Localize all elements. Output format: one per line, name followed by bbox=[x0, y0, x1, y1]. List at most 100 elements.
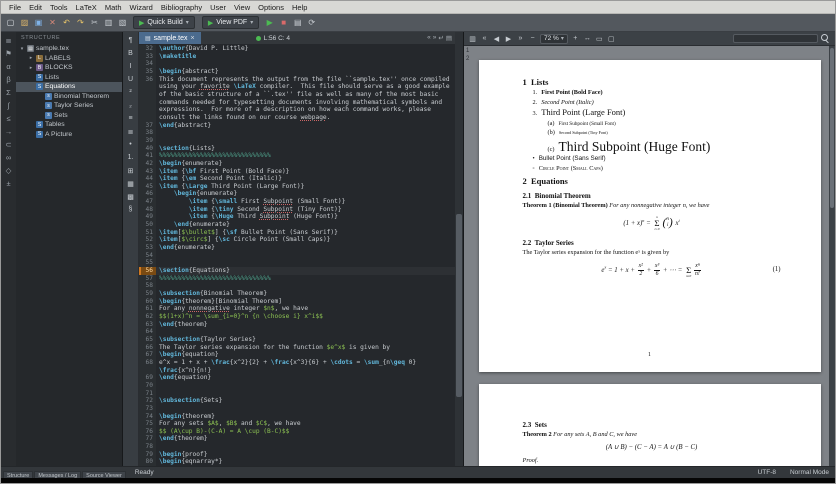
code-line[interactable]: 70 bbox=[139, 382, 455, 390]
code-line[interactable]: 43\item {\bf First Point (Bold Face)} bbox=[139, 168, 455, 176]
menu-wizard[interactable]: Wizard bbox=[126, 3, 157, 12]
code-line[interactable]: 58 bbox=[139, 282, 455, 290]
code-line[interactable]: 67\begin{equation} bbox=[139, 351, 455, 359]
code-line[interactable]: 54 bbox=[139, 252, 455, 260]
code-line[interactable]: 59\subsection{Binomial Theorem} bbox=[139, 290, 455, 298]
symbols-greek-alpha-icon[interactable]: α bbox=[3, 60, 15, 72]
pdf-scrollbar[interactable] bbox=[829, 46, 835, 466]
menu-file[interactable]: File bbox=[5, 3, 25, 12]
reference-icon[interactable]: § bbox=[125, 204, 137, 215]
align-left-icon[interactable]: ≡ bbox=[125, 113, 137, 124]
save-icon[interactable]: ▣ bbox=[32, 16, 45, 29]
code-line[interactable]: 73 bbox=[139, 405, 455, 413]
code-line[interactable]: 37\end{abstract} bbox=[139, 122, 455, 130]
code-line[interactable]: 60\begin{theorem}[Binomial Theorem] bbox=[139, 298, 455, 306]
tree-expander-icon[interactable]: ▸ bbox=[28, 65, 34, 71]
prev-bookmark-icon[interactable]: « bbox=[427, 34, 431, 42]
pdf-search-input[interactable] bbox=[733, 34, 818, 43]
structure-item-binomial-theorem[interactable]: sBinomial Theorem bbox=[16, 92, 122, 102]
prev-page-icon[interactable]: ◀ bbox=[491, 33, 502, 44]
symbols-relations-icon[interactable]: ≤ bbox=[3, 112, 15, 124]
menu-options[interactable]: Options bbox=[254, 3, 288, 12]
editor-scrollbar-thumb[interactable] bbox=[456, 214, 462, 396]
symbols-integral-icon[interactable]: ∫ bbox=[3, 99, 15, 111]
compile-icon[interactable]: ▶ bbox=[263, 16, 276, 29]
structure-item-equations[interactable]: SEquations bbox=[16, 82, 122, 92]
open-folder-icon[interactable]: ▨ bbox=[18, 16, 31, 29]
zoom-out-icon[interactable]: − bbox=[527, 33, 538, 44]
structure-item-sets[interactable]: sSets bbox=[16, 111, 122, 121]
symbols-arrows-icon[interactable]: → bbox=[3, 125, 15, 137]
structure-panel-icon[interactable]: ≣ bbox=[3, 34, 15, 46]
align-center-icon[interactable]: ≣ bbox=[125, 126, 137, 137]
subscript-icon[interactable]: ₂ bbox=[125, 100, 137, 111]
copy-icon[interactable]: ▥ bbox=[102, 16, 115, 29]
code-line[interactable]: 80\begin{eqnarray*} bbox=[139, 458, 455, 466]
pilcrow-icon[interactable]: ¶ bbox=[125, 35, 137, 46]
symbols-operators-icon[interactable]: ± bbox=[3, 177, 15, 189]
menu-view[interactable]: View bbox=[230, 3, 254, 12]
code-line[interactable]: 41%%%%%%%%%%%%%%%%%%%%%%%%%%%%%% bbox=[139, 152, 455, 160]
undo-icon[interactable]: ↶ bbox=[60, 16, 73, 29]
symbols-delimiters-icon[interactable]: ◇ bbox=[3, 164, 15, 176]
quick-build-button[interactable]: ▶ Quick Build ▾ bbox=[133, 16, 195, 29]
code-line[interactable]: 50 \end{enumerate} bbox=[139, 221, 455, 229]
pdf-pages-area[interactable]: 12 1 Lists 1.First Point (Bold Face)2.Se… bbox=[464, 46, 835, 466]
code-line[interactable]: 49 \item {\Huge Third Subpoint (Huge Fon… bbox=[139, 213, 455, 221]
close-icon[interactable]: × bbox=[191, 35, 195, 42]
chevron-down-icon[interactable]: ▾ bbox=[561, 35, 564, 42]
menu-tools[interactable]: Tools bbox=[46, 3, 72, 12]
paste-icon[interactable]: ▧ bbox=[116, 16, 129, 29]
italic-icon[interactable]: I bbox=[125, 61, 137, 72]
itemize-icon[interactable]: • bbox=[125, 139, 137, 150]
next-page-icon[interactable]: ▶ bbox=[503, 33, 514, 44]
code-line[interactable]: 52\item[$\circ$] {\sc Circle Point (Smal… bbox=[139, 236, 455, 244]
menu-latex[interactable]: LaTeX bbox=[72, 3, 101, 12]
code-line[interactable]: 56\section{Equations} bbox=[139, 267, 455, 275]
code-line[interactable]: 76$$ (A\cup B)-(C-A) = A \cup (B-C)$$ bbox=[139, 428, 455, 436]
code-line[interactable]: 35\begin{abstract} bbox=[139, 68, 455, 76]
image-icon[interactable]: ▦ bbox=[125, 178, 137, 189]
menu-math[interactable]: Math bbox=[101, 3, 126, 12]
pdf-scrollbar-thumb[interactable] bbox=[830, 48, 834, 208]
code-line[interactable]: 47 \item {\small First Subpoint (Small F… bbox=[139, 198, 455, 206]
structure-item-lists[interactable]: SLists bbox=[16, 73, 122, 83]
structure-item-labels[interactable]: ▸LLABELS bbox=[16, 54, 122, 64]
code-line[interactable]: 42\begin{enumerate} bbox=[139, 160, 455, 168]
tree-expander-icon[interactable]: ▸ bbox=[28, 55, 34, 61]
structure-item-taylor-series[interactable]: sTaylor Series bbox=[16, 101, 122, 111]
refresh-icon[interactable]: ⟳ bbox=[305, 16, 318, 29]
tree-expander-icon[interactable]: ▾ bbox=[19, 46, 25, 52]
symbols-misc-icon[interactable]: ∞ bbox=[3, 151, 15, 163]
code-line[interactable]: 36This document represents the output fr… bbox=[139, 76, 455, 122]
fullscreen-icon[interactable]: ▢ bbox=[606, 33, 617, 44]
code-line[interactable]: 44\item {\em Second Point (Italic)} bbox=[139, 175, 455, 183]
next-bookmark-icon[interactable]: » bbox=[433, 34, 437, 42]
view-pdf-button[interactable]: ▶ View PDF ▾ bbox=[202, 16, 259, 29]
structure-item-sample-tex[interactable]: ▾▤sample.tex bbox=[16, 44, 122, 54]
wrap-lines-icon[interactable]: ↵ bbox=[438, 34, 443, 42]
menu-help[interactable]: Help bbox=[288, 3, 311, 12]
code-line[interactable]: 74\begin{theorem} bbox=[139, 413, 455, 421]
code-line[interactable]: 61For any nonnegative integer $n$, we ha… bbox=[139, 305, 455, 313]
code-line[interactable]: 38 bbox=[139, 129, 455, 137]
tab-sample-tex[interactable]: ▤ sample.tex × bbox=[139, 32, 201, 44]
superscript-icon[interactable]: ² bbox=[125, 87, 137, 98]
code-line[interactable]: 78 bbox=[139, 443, 455, 451]
code-line[interactable]: 32\author{David P. Little} bbox=[139, 45, 455, 53]
code-line[interactable]: 53\end{enumerate} bbox=[139, 244, 455, 252]
code-line[interactable]: 64 bbox=[139, 328, 455, 336]
table-icon[interactable]: ▩ bbox=[125, 191, 137, 202]
cut-icon[interactable]: ✂ bbox=[88, 16, 101, 29]
code-line[interactable]: 62$$(1+x)^n = \sum_{i=0}^n {n \choose i}… bbox=[139, 313, 455, 321]
code-line[interactable]: 40\section{Lists} bbox=[139, 145, 455, 153]
bookmarks-icon[interactable]: ⚑ bbox=[3, 47, 15, 59]
fit-width-icon[interactable]: ↔ bbox=[582, 33, 593, 44]
code-line[interactable]: 39 bbox=[139, 137, 455, 145]
zoom-in-icon[interactable]: + bbox=[570, 33, 581, 44]
structure-item-a-picture[interactable]: SA Picture bbox=[16, 130, 122, 140]
redo-icon[interactable]: ↷ bbox=[74, 16, 87, 29]
code-line[interactable]: 63\end{theorem} bbox=[139, 321, 455, 329]
code-line[interactable]: 75For any sets $A$, $B$ and $C$, we have bbox=[139, 420, 455, 428]
structure-item-tables[interactable]: STables bbox=[16, 120, 122, 130]
